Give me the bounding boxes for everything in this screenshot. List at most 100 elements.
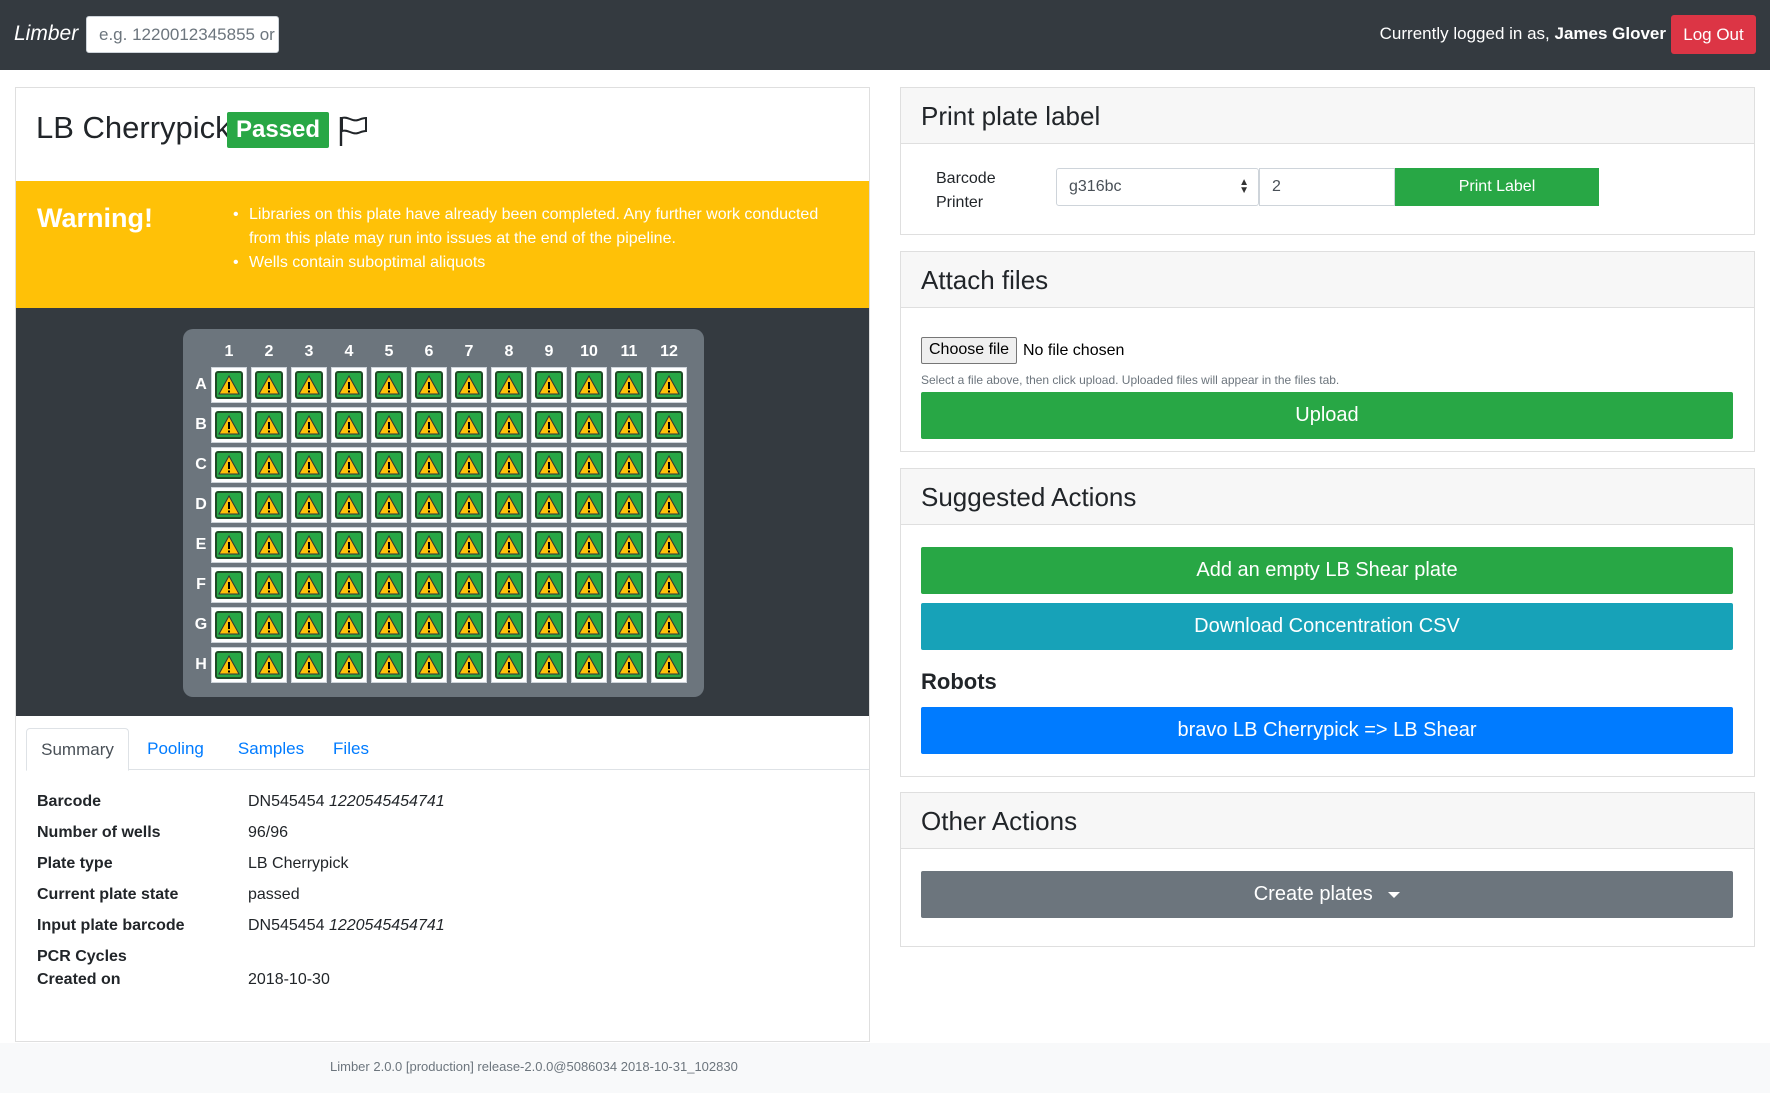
well-E5[interactable] [371, 527, 407, 563]
tab-summary[interactable]: Summary [26, 728, 129, 771]
well-B12[interactable] [651, 407, 687, 443]
well-G6[interactable] [411, 607, 447, 643]
well-F2[interactable] [251, 567, 287, 603]
well-E7[interactable] [451, 527, 487, 563]
well-A10[interactable] [571, 367, 607, 403]
well-B11[interactable] [611, 407, 647, 443]
well-C3[interactable] [291, 447, 327, 483]
well-D7[interactable] [451, 487, 487, 523]
well-G9[interactable] [531, 607, 567, 643]
well-H8[interactable] [491, 647, 527, 683]
well-F3[interactable] [291, 567, 327, 603]
well-F5[interactable] [371, 567, 407, 603]
well-C12[interactable] [651, 447, 687, 483]
well-G2[interactable] [251, 607, 287, 643]
well-F9[interactable] [531, 567, 567, 603]
well-C2[interactable] [251, 447, 287, 483]
well-A6[interactable] [411, 367, 447, 403]
well-D8[interactable] [491, 487, 527, 523]
well-H7[interactable] [451, 647, 487, 683]
well-H6[interactable] [411, 647, 447, 683]
well-G4[interactable] [331, 607, 367, 643]
well-B6[interactable] [411, 407, 447, 443]
well-D4[interactable] [331, 487, 367, 523]
well-B3[interactable] [291, 407, 327, 443]
well-E4[interactable] [331, 527, 367, 563]
well-E8[interactable] [491, 527, 527, 563]
well-E1[interactable] [211, 527, 247, 563]
well-G8[interactable] [491, 607, 527, 643]
download-csv-button[interactable]: Download Concentration CSV [921, 603, 1733, 650]
well-D6[interactable] [411, 487, 447, 523]
well-D2[interactable] [251, 487, 287, 523]
well-E11[interactable] [611, 527, 647, 563]
well-F1[interactable] [211, 567, 247, 603]
well-B9[interactable] [531, 407, 567, 443]
well-D1[interactable] [211, 487, 247, 523]
well-D10[interactable] [571, 487, 607, 523]
upload-button[interactable]: Upload [921, 392, 1733, 439]
well-G12[interactable] [651, 607, 687, 643]
well-C10[interactable] [571, 447, 607, 483]
printer-select[interactable]: g316bc ▲ ▼ [1056, 168, 1259, 206]
well-A2[interactable] [251, 367, 287, 403]
well-H2[interactable] [251, 647, 287, 683]
search-input[interactable]: e.g. 1220012345855 or [86, 16, 279, 53]
well-H5[interactable] [371, 647, 407, 683]
well-A8[interactable] [491, 367, 527, 403]
print-label-button[interactable]: Print Label [1395, 168, 1599, 206]
well-E10[interactable] [571, 527, 607, 563]
well-H11[interactable] [611, 647, 647, 683]
well-F11[interactable] [611, 567, 647, 603]
well-G3[interactable] [291, 607, 327, 643]
well-B1[interactable] [211, 407, 247, 443]
create-plates-dropdown[interactable]: Create plates [921, 871, 1733, 918]
well-H4[interactable] [331, 647, 367, 683]
well-A12[interactable] [651, 367, 687, 403]
logout-button[interactable]: Log Out [1671, 15, 1756, 54]
choose-file-button[interactable]: Choose file [921, 337, 1018, 364]
well-B4[interactable] [331, 407, 367, 443]
well-E12[interactable] [651, 527, 687, 563]
well-G5[interactable] [371, 607, 407, 643]
well-H9[interactable] [531, 647, 567, 683]
tab-samples[interactable]: Samples [222, 728, 320, 770]
well-D3[interactable] [291, 487, 327, 523]
tab-pooling[interactable]: Pooling [129, 728, 222, 770]
well-E6[interactable] [411, 527, 447, 563]
well-H1[interactable] [211, 647, 247, 683]
well-F8[interactable] [491, 567, 527, 603]
well-C11[interactable] [611, 447, 647, 483]
well-B5[interactable] [371, 407, 407, 443]
well-B7[interactable] [451, 407, 487, 443]
well-C9[interactable] [531, 447, 567, 483]
well-A3[interactable] [291, 367, 327, 403]
well-C6[interactable] [411, 447, 447, 483]
well-G11[interactable] [611, 607, 647, 643]
add-plate-button[interactable]: Add an empty LB Shear plate [921, 547, 1733, 594]
well-D5[interactable] [371, 487, 407, 523]
well-E3[interactable] [291, 527, 327, 563]
well-E2[interactable] [251, 527, 287, 563]
brand-logo[interactable]: Limber [14, 22, 78, 46]
well-F10[interactable] [571, 567, 607, 603]
well-F7[interactable] [451, 567, 487, 603]
tab-files[interactable]: Files [320, 728, 382, 770]
well-B2[interactable] [251, 407, 287, 443]
well-A1[interactable] [211, 367, 247, 403]
well-G10[interactable] [571, 607, 607, 643]
well-C1[interactable] [211, 447, 247, 483]
well-B8[interactable] [491, 407, 527, 443]
well-H3[interactable] [291, 647, 327, 683]
well-A11[interactable] [611, 367, 647, 403]
well-F12[interactable] [651, 567, 687, 603]
well-G1[interactable] [211, 607, 247, 643]
well-D12[interactable] [651, 487, 687, 523]
well-D9[interactable] [531, 487, 567, 523]
well-E9[interactable] [531, 527, 567, 563]
robot-button[interactable]: bravo LB Cherrypick => LB Shear [921, 707, 1733, 754]
well-C5[interactable] [371, 447, 407, 483]
well-C4[interactable] [331, 447, 367, 483]
well-A7[interactable] [451, 367, 487, 403]
well-C7[interactable] [451, 447, 487, 483]
